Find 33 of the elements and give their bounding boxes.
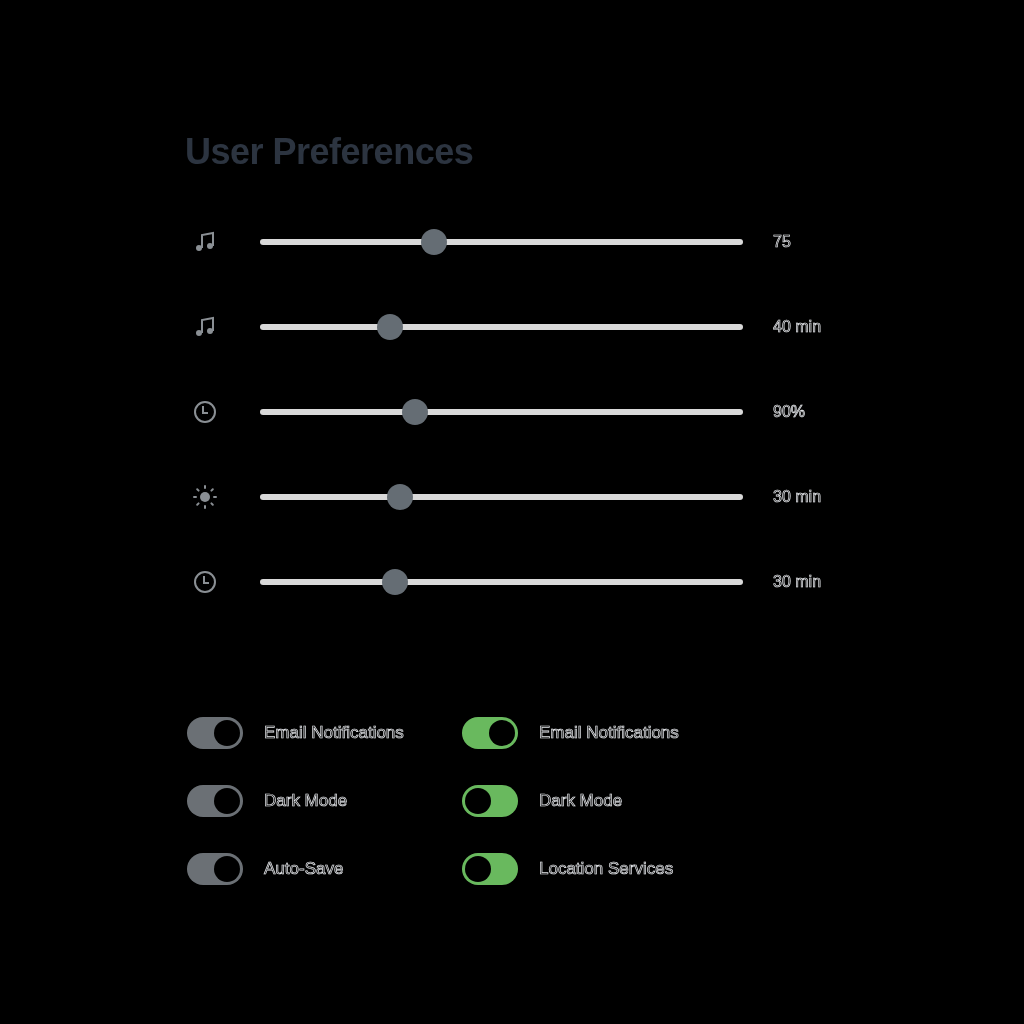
toggle-label: Dark Mode <box>539 790 623 812</box>
slider[interactable] <box>260 569 743 595</box>
toggle-label: Location Services <box>539 858 674 880</box>
slider-thumb[interactable] <box>420 229 447 255</box>
slider[interactable] <box>260 399 743 425</box>
slider-value: 40 min <box>773 317 822 337</box>
sun-icon <box>193 485 217 509</box>
toggle-switch[interactable] <box>462 853 518 885</box>
toggle-switch[interactable] <box>462 785 518 817</box>
toggle-switch[interactable] <box>187 785 243 817</box>
clock-icon <box>193 400 217 424</box>
clock-icon <box>193 570 217 594</box>
toggle-switch[interactable] <box>187 853 243 885</box>
toggle-label: Dark Mode <box>264 790 348 812</box>
page-title: User Preferences <box>185 132 474 172</box>
slider-thumb[interactable] <box>387 484 414 510</box>
music-note-icon <box>193 230 217 254</box>
toggle-switch[interactable] <box>462 717 518 749</box>
slider-thumb[interactable] <box>377 314 404 340</box>
toggle-label: Email Notifications <box>539 722 679 744</box>
slider-value: 30 min <box>773 487 822 507</box>
slider[interactable] <box>260 314 743 340</box>
toggle-label: Auto-Save <box>264 858 344 880</box>
slider-thumb[interactable] <box>382 569 409 595</box>
slider-value: 90% <box>773 402 806 422</box>
slider[interactable] <box>260 229 743 255</box>
music-note-icon <box>193 315 217 339</box>
toggle-switch[interactable] <box>187 717 243 749</box>
slider-value: 75 <box>773 232 791 252</box>
slider-value: 30 min <box>773 572 822 592</box>
slider[interactable] <box>260 484 743 510</box>
toggle-label: Email Notifications <box>264 722 404 744</box>
slider-thumb[interactable] <box>401 399 428 425</box>
